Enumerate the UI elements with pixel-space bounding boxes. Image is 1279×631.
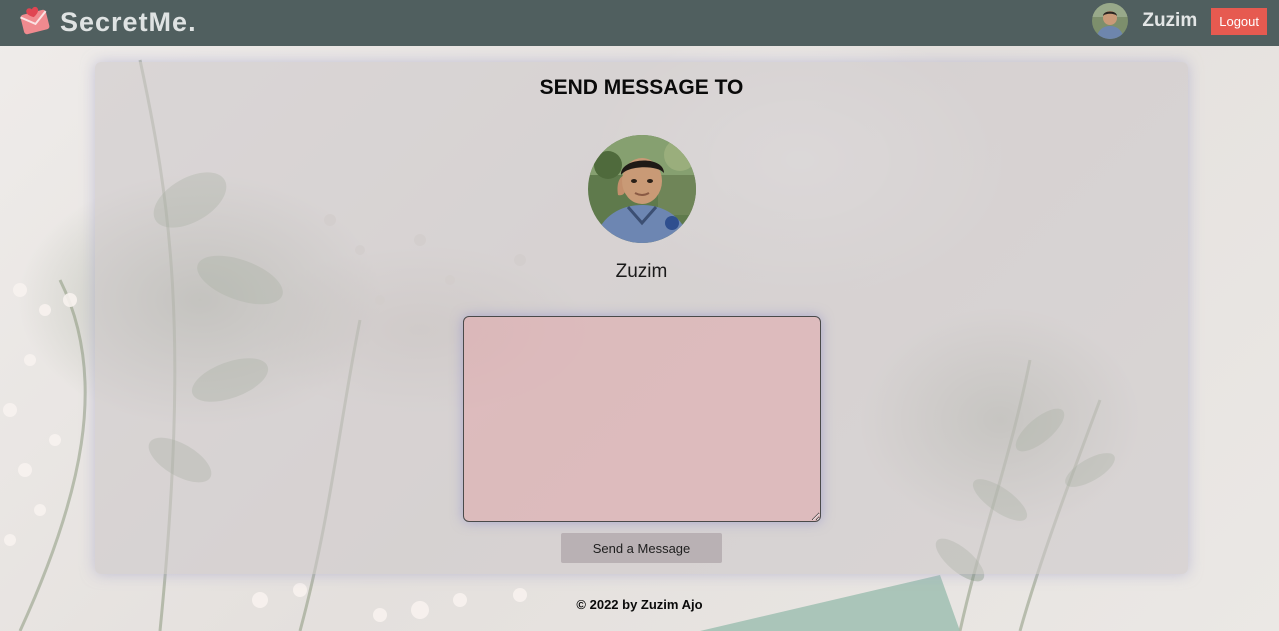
page-title: SEND MESSAGE TO — [539, 76, 744, 99]
recipient-name: Zuzim — [615, 261, 668, 282]
navbar: SecretMe. Zuzim Logout — [0, 0, 1279, 46]
brand-link[interactable]: SecretMe. — [18, 4, 197, 40]
brand-name: SecretMe. — [60, 6, 197, 37]
send-message-card: SEND MESSAGE TO Zuzim Send a Message — [95, 62, 1188, 574]
message-textarea[interactable] — [463, 316, 821, 522]
footer-copyright: © 2022 by Zuzim Ajo — [576, 597, 703, 612]
envelope-heart-icon — [18, 5, 52, 39]
nav-username: Zuzim — [1142, 10, 1198, 31]
user-menu: Zuzim Logout — [1092, 3, 1267, 39]
logout-button[interactable]: Logout — [1211, 7, 1267, 35]
send-message-button[interactable]: Send a Message — [561, 533, 722, 563]
recipient-avatar — [588, 135, 696, 243]
user-avatar[interactable] — [1092, 3, 1129, 39]
